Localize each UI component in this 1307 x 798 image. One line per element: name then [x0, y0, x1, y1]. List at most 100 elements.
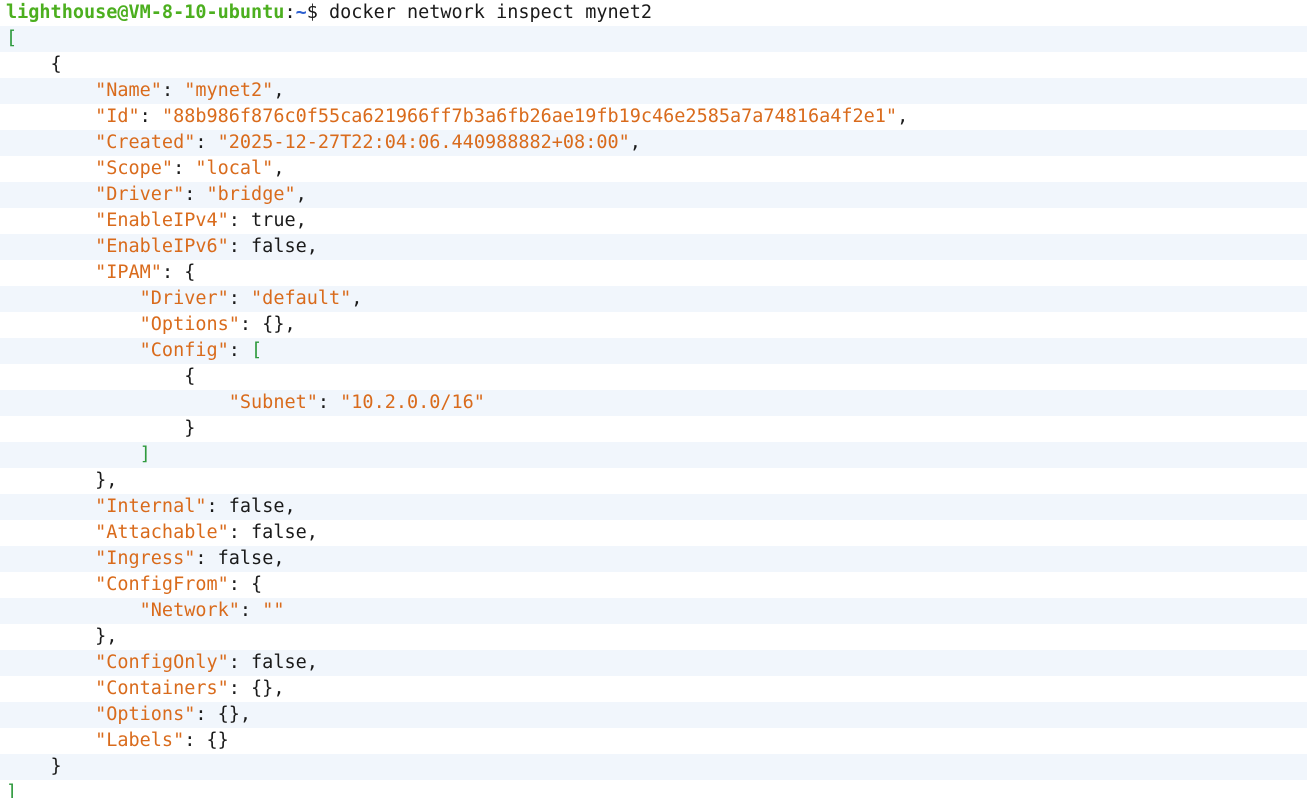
json-token-string: "Labels"	[95, 730, 185, 751]
json-token: {	[6, 366, 196, 387]
json-token: false	[251, 522, 307, 543]
json-token: false	[228, 496, 285, 517]
output-line: "Network": ""	[0, 598, 1307, 624]
output-line: "Created": "2025-12-27T22:04:06.44098888…	[0, 130, 1307, 156]
json-token: :	[206, 496, 229, 517]
json-token-string: "2025-12-27T22:04:06.440988882+08:00"	[217, 132, 630, 153]
json-token: : {}	[184, 730, 229, 751]
json-token: ,	[306, 652, 318, 673]
json-token-string: "Config"	[139, 340, 229, 361]
output-line: }	[0, 416, 1307, 442]
prompt-user-host: lighthouse@VM-8-10-ubuntu	[6, 2, 285, 23]
json-token: },	[6, 626, 118, 647]
output-line: "ConfigFrom": {	[0, 572, 1307, 598]
json-token-string: "Ingress"	[95, 548, 196, 569]
output-line: "Driver": "default",	[0, 286, 1307, 312]
json-token-string: "Driver"	[95, 184, 185, 205]
json-token: :	[195, 548, 218, 569]
output-line: },	[0, 468, 1307, 494]
prompt-command: docker network inspect mynet2	[329, 2, 653, 23]
json-token-string: "ConfigFrom"	[95, 574, 229, 595]
json-bracket: ]	[139, 444, 151, 465]
json-token: :	[228, 236, 252, 257]
json-token: ,	[295, 210, 307, 231]
output-line: }	[0, 754, 1307, 780]
json-token: false	[251, 652, 307, 673]
json-token: ,	[897, 106, 909, 127]
json-token: : {	[228, 574, 263, 595]
json-token: ,	[273, 548, 285, 569]
json-token-string: "Containers"	[95, 678, 229, 699]
json-token-string: "88b986f876c0f55ca621966ff7b3a6fb26ae19f…	[161, 106, 898, 127]
json-token: :	[228, 288, 252, 309]
output-line: {	[0, 364, 1307, 390]
json-token-string: "ConfigOnly"	[95, 652, 229, 673]
json-token: :	[228, 210, 252, 231]
json-token: :	[161, 80, 185, 101]
json-token: ,	[284, 496, 296, 517]
json-token: },	[6, 470, 118, 491]
json-token-string: "default"	[251, 288, 352, 309]
json-bracket: ]	[6, 782, 18, 798]
json-token-string: "Attachable"	[95, 522, 229, 543]
output-line: "Driver": "bridge",	[0, 182, 1307, 208]
output-line: "Containers": {},	[0, 676, 1307, 702]
output-line: "Options": {},	[0, 312, 1307, 338]
json-token: true	[251, 210, 296, 231]
json-token-string: "10.2.0.0/16"	[340, 392, 485, 413]
json-token-string: ""	[262, 600, 285, 621]
json-token: : {},	[195, 704, 252, 725]
output-line: "Internal": false,	[0, 494, 1307, 520]
json-token-string: "EnableIPv4"	[95, 210, 229, 231]
json-token-string: "Name"	[95, 80, 162, 101]
prompt-line: lighthouse@VM-8-10-ubuntu:~$ docker netw…	[0, 0, 1307, 26]
json-token: :	[139, 106, 162, 127]
json-token: {	[6, 54, 62, 75]
json-token-string: "Subnet"	[228, 392, 318, 413]
json-token-string: "Id"	[95, 106, 140, 127]
json-token: :	[195, 132, 218, 153]
json-token-string: "Options"	[139, 314, 240, 335]
terminal-window[interactable]: lighthouse@VM-8-10-ubuntu:~$ docker netw…	[0, 0, 1307, 798]
json-token: : {},	[228, 678, 285, 699]
json-token: :	[228, 652, 252, 673]
json-bracket: [	[6, 28, 18, 49]
json-token: }	[6, 418, 196, 439]
prompt-path: ~	[295, 2, 307, 23]
output-line: "EnableIPv4": true,	[0, 208, 1307, 234]
output-line: "Id": "88b986f876c0f55ca621966ff7b3a6fb2…	[0, 104, 1307, 130]
output-line: "Ingress": false,	[0, 546, 1307, 572]
json-token-string: "IPAM"	[95, 262, 162, 283]
output-line: "Subnet": "10.2.0.0/16"	[0, 390, 1307, 416]
output-line: },	[0, 624, 1307, 650]
output-line: "ConfigOnly": false,	[0, 650, 1307, 676]
json-bracket: [	[251, 340, 263, 361]
output-line: "Labels": {}	[0, 728, 1307, 754]
json-token-string: "Scope"	[95, 158, 174, 179]
output-line: {	[0, 52, 1307, 78]
command-output: [ { "Name": "mynet2", "Id": "88b986f876c…	[0, 26, 1307, 798]
json-token: : {},	[239, 314, 296, 335]
output-line: [	[0, 26, 1307, 52]
json-token: false	[217, 548, 274, 569]
json-token: :	[184, 184, 207, 205]
json-token-string: "bridge"	[206, 184, 296, 205]
json-token: ,	[306, 522, 318, 543]
output-line: "IPAM": {	[0, 260, 1307, 286]
json-token: :	[173, 158, 196, 179]
